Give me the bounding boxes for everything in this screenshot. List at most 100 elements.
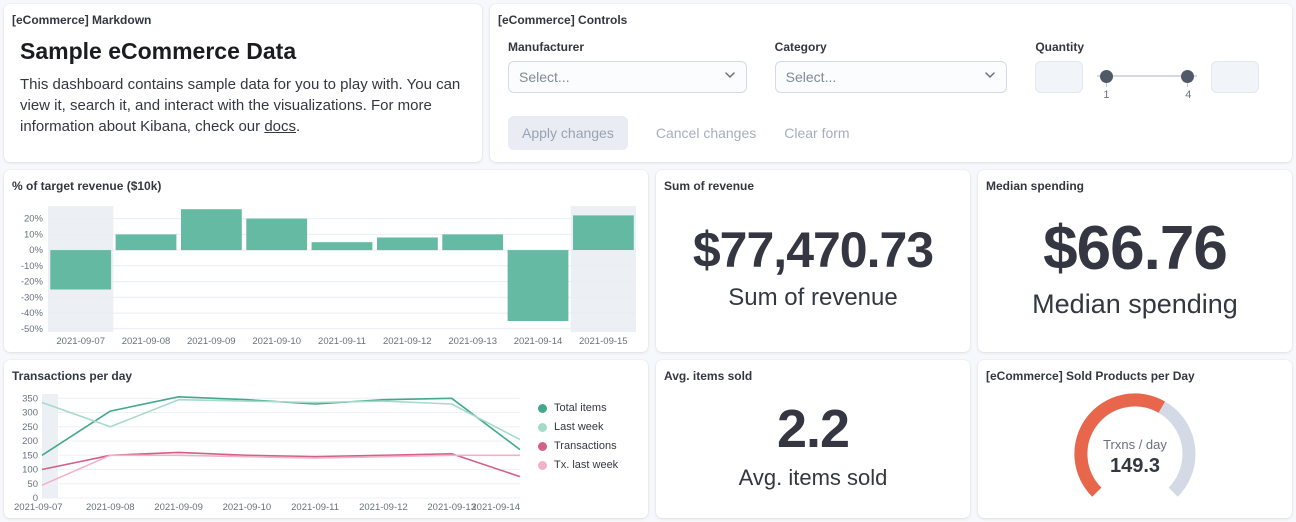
svg-text:2021-09-13: 2021-09-13	[427, 502, 476, 513]
legend-label: Total items	[554, 402, 607, 414]
slider-tick-max	[1187, 83, 1188, 87]
clear-form-button[interactable]: Clear form	[784, 125, 849, 141]
svg-text:20%: 20%	[24, 214, 44, 225]
target-revenue-bar-chart[interactable]: 20% 10% 0% -10% -20% -30% -40% -50% 2021-09-07 20…	[12, 198, 640, 348]
svg-text:2021-09-07: 2021-09-07	[14, 502, 63, 513]
panel-transactions-per-day: Transactions per day 0501001502002503003…	[4, 360, 648, 518]
svg-text:-50%: -50%	[21, 324, 44, 335]
svg-text:10%: 10%	[24, 229, 44, 240]
panel-controls: [eCommerce] Controls Manufacturer Select…	[490, 4, 1292, 162]
svg-text:2021-09-09: 2021-09-09	[154, 502, 203, 513]
svg-text:2021-09-08: 2021-09-08	[86, 502, 135, 513]
panel-title: Median spending	[986, 178, 1284, 194]
legend-label: Tx. last week	[554, 459, 618, 471]
svg-text:2021-09-12: 2021-09-12	[383, 336, 432, 347]
panel-title: % of target revenue ($10k)	[12, 178, 640, 194]
svg-text:2021-09-08: 2021-09-08	[122, 336, 171, 347]
svg-text:300: 300	[22, 408, 38, 419]
svg-text:2021-09-11: 2021-09-11	[291, 502, 339, 513]
quantity-max-input[interactable]	[1211, 61, 1259, 93]
svg-text:50: 50	[27, 479, 38, 490]
quantity-range-slider[interactable]: 1 4	[1097, 61, 1197, 107]
panel-sum-revenue: Sum of revenue $77,470.73 Sum of revenue	[656, 170, 970, 352]
svg-text:2021-09-07: 2021-09-07	[56, 336, 105, 347]
quantity-row: 1 4	[1035, 61, 1274, 107]
kibana-dashboard: [eCommerce] Markdown Sample eCommerce Da…	[0, 0, 1296, 522]
panel-title: Sum of revenue	[664, 178, 962, 194]
svg-text:2021-09-10: 2021-09-10	[252, 336, 301, 347]
quantity-label: Quantity	[1035, 40, 1274, 54]
quantity-control: Quantity 1 4	[1035, 40, 1274, 107]
svg-text:2021-09-10: 2021-09-10	[223, 502, 272, 513]
svg-text:150: 150	[22, 450, 38, 461]
svg-text:Trxns / day: Trxns / day	[1103, 437, 1167, 452]
sum-revenue-value: $77,470.73	[693, 224, 933, 277]
category-label: Category	[775, 40, 1008, 54]
controls-buttons: Apply changes Cancel changes Clear form	[508, 116, 1274, 150]
manufacturer-label: Manufacturer	[508, 40, 747, 54]
legend-item[interactable]: Transactions	[538, 440, 640, 452]
legend-item[interactable]: Tx. last week	[538, 459, 640, 471]
median-spending-label: Median spending	[1032, 289, 1238, 320]
chevron-down-icon	[984, 68, 996, 86]
svg-text:2021-09-13: 2021-09-13	[448, 336, 497, 347]
controls-row: Manufacturer Select... Category Select..…	[508, 40, 1274, 107]
svg-text:350: 350	[22, 393, 38, 404]
transactions-line-chart[interactable]: 0501001502002503003502021-09-072021-09-0…	[12, 388, 530, 514]
manufacturer-select[interactable]: Select...	[508, 61, 747, 93]
svg-text:-40%: -40%	[21, 308, 44, 319]
markdown-text-end: .	[296, 118, 300, 135]
panel-title: [eCommerce] Controls	[498, 12, 1284, 28]
markdown-text: This dashboard contains sample data for …	[20, 76, 460, 135]
metric-body: 2.2 Avg. items sold	[664, 384, 962, 508]
markdown-heading: Sample eCommerce Data	[20, 38, 466, 65]
manufacturer-control: Manufacturer Select...	[508, 40, 747, 107]
trxns-per-day-gauge[interactable]: Trxns / day 149.3	[986, 386, 1284, 514]
panel-avg-items-sold: Avg. items sold 2.2 Avg. items sold	[656, 360, 970, 518]
svg-text:2021-09-14: 2021-09-14	[471, 502, 520, 513]
svg-text:200: 200	[22, 436, 38, 447]
manufacturer-placeholder: Select...	[519, 69, 570, 85]
chevron-down-icon	[724, 68, 736, 86]
panel-target-revenue: % of target revenue ($10k) 20% 10% 0% -10% -…	[4, 170, 648, 352]
legend-dot	[538, 423, 547, 432]
legend-label: Transactions	[554, 440, 617, 452]
apply-changes-button[interactable]: Apply changes	[508, 116, 628, 150]
metric-body: $77,470.73 Sum of revenue	[664, 194, 962, 342]
chart-legend: Total items Last week Transactions Tx. last…	[530, 388, 640, 514]
docs-link[interactable]: docs	[264, 118, 296, 135]
slider-tick-min	[1106, 83, 1107, 87]
svg-text:0%: 0%	[29, 245, 43, 256]
svg-text:149.3: 149.3	[1110, 455, 1160, 477]
category-select[interactable]: Select...	[775, 61, 1008, 93]
panel-title: Transactions per day	[12, 368, 640, 384]
category-placeholder: Select...	[786, 69, 837, 85]
svg-text:-30%: -30%	[21, 292, 44, 303]
svg-text:100: 100	[22, 465, 38, 476]
legend-dot	[538, 442, 547, 451]
panel-title: [eCommerce] Sold Products per Day	[986, 368, 1284, 384]
avg-items-label: Avg. items sold	[739, 465, 888, 491]
svg-text:-20%: -20%	[21, 277, 44, 288]
slider-thumb-max[interactable]	[1181, 70, 1194, 83]
slider-max-label: 4	[1185, 89, 1191, 101]
metric-body: $66.76 Median spending	[986, 194, 1284, 342]
legend-item[interactable]: Last week	[538, 421, 640, 433]
avg-items-value: 2.2	[777, 401, 849, 458]
legend-dot	[538, 404, 547, 413]
category-control: Category Select...	[775, 40, 1008, 107]
sum-revenue-label: Sum of revenue	[728, 284, 897, 312]
legend-dot	[538, 461, 547, 470]
median-spending-value: $66.76	[1043, 216, 1227, 281]
svg-text:2021-09-12: 2021-09-12	[359, 502, 408, 513]
svg-text:2021-09-11: 2021-09-11	[318, 336, 366, 347]
panel-sold-products-per-day: [eCommerce] Sold Products per Day Trxns …	[978, 360, 1292, 518]
slider-thumb-min[interactable]	[1100, 70, 1113, 83]
legend-item[interactable]: Total items	[538, 402, 640, 414]
svg-text:2021-09-09: 2021-09-09	[187, 336, 236, 347]
cancel-changes-button[interactable]: Cancel changes	[656, 125, 756, 141]
svg-text:250: 250	[22, 422, 38, 433]
svg-text:-10%: -10%	[21, 261, 44, 272]
quantity-min-input[interactable]	[1035, 61, 1083, 93]
slider-min-label: 1	[1103, 89, 1109, 101]
